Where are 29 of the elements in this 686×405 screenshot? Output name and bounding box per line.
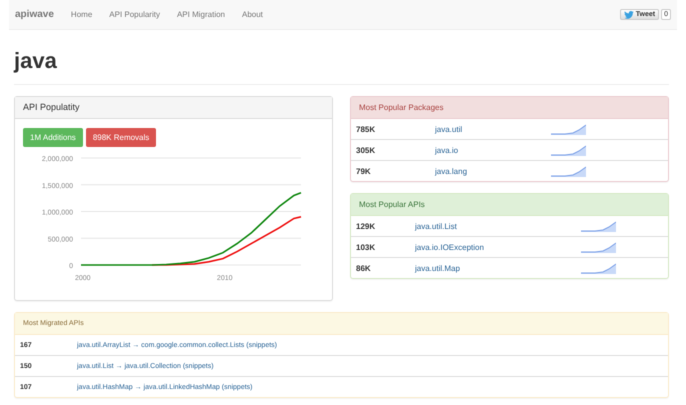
panel-title: Most Popular APIs [351,194,668,216]
brand-logo[interactable]: apiwave [15,9,54,20]
package-link[interactable]: java.util.Map [415,264,460,272]
package-link[interactable]: java.util.List [415,222,457,230]
package-link[interactable]: java.io [435,146,458,154]
nav-link[interactable]: API Popularity [109,10,160,19]
nav-link[interactable]: About [242,10,263,19]
count-value: 103K [356,242,376,252]
panel-title: API Populatity [15,97,332,119]
sparkline [551,165,586,177]
bird-icon [624,10,634,18]
package-link[interactable]: java.lang [435,166,468,176]
nav-link[interactable]: API Migration [176,10,225,19]
count-value: 86K [356,264,372,272]
count-value: 129K [356,222,376,230]
sparkline [581,262,616,274]
sparkline [581,220,616,232]
count-value: 79K [356,166,372,176]
sparkline [581,241,616,253]
page-heading: java [14,48,58,74]
package-link[interactable]: java.io.IOException [415,242,484,252]
package-link[interactable]: java.util [435,124,462,134]
sparkline [551,144,586,156]
removals-button[interactable]: 898K Removals [86,128,156,147]
nav-link[interactable]: Home [70,10,92,19]
count-value: 785K [356,124,376,134]
count-value: 305K [356,146,376,154]
sparkline [551,123,586,135]
panel-title: Most Popular Packages [351,97,668,119]
